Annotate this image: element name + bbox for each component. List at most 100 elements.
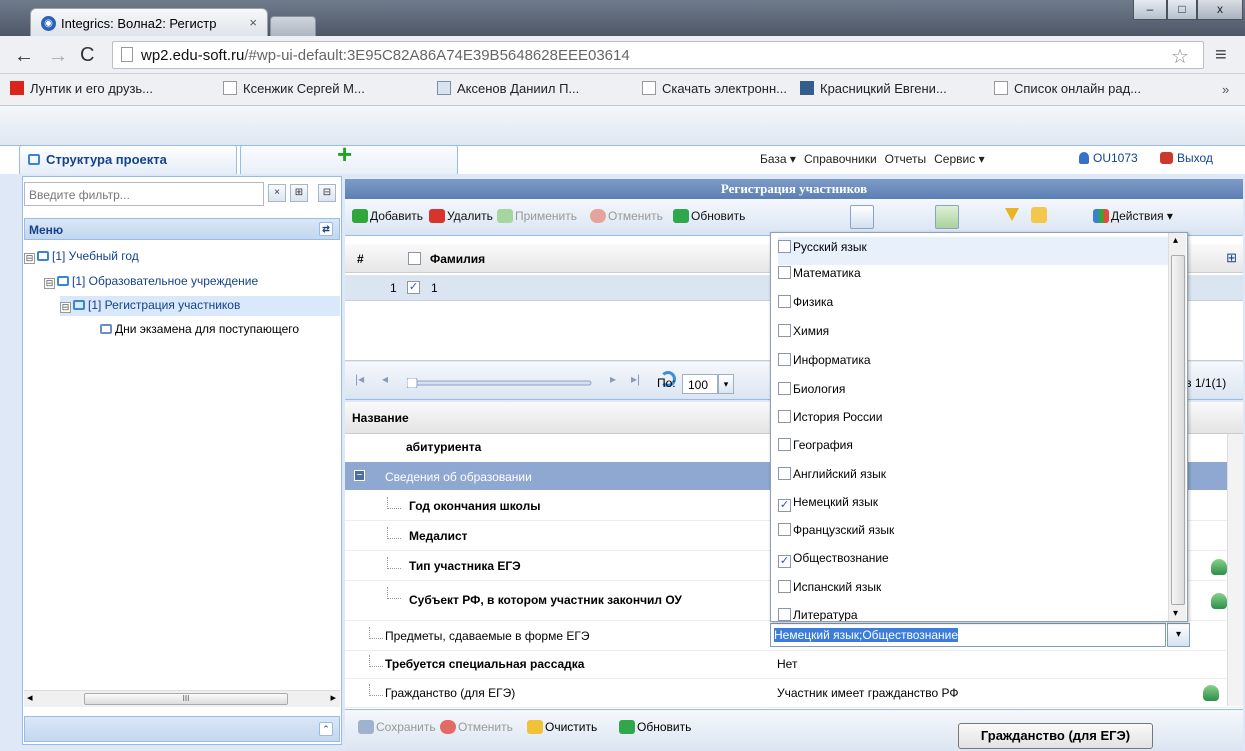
list-item[interactable]: Информатика bbox=[778, 353, 1168, 381]
menu-base[interactable]: База ▾ bbox=[760, 152, 796, 166]
star-icon[interactable]: ☆ bbox=[1171, 44, 1189, 69]
lookup-icon[interactable] bbox=[1211, 593, 1227, 609]
menu-reference[interactable]: Справочники bbox=[804, 152, 877, 166]
lookup-icon[interactable] bbox=[1203, 685, 1219, 701]
actions-button[interactable]: Действия ▾ bbox=[1093, 209, 1173, 223]
subjects-combo-input[interactable]: Немецкий язык;Обществознание bbox=[770, 623, 1166, 647]
scroll-up-icon[interactable]: ▴ bbox=[1173, 235, 1178, 246]
bookmark-2[interactable]: Ксенжик Сергей М... bbox=[223, 81, 365, 96]
cancel-button[interactable]: Отменить bbox=[590, 209, 663, 223]
collapse-icon[interactable]: − bbox=[354, 470, 365, 481]
item-checkbox[interactable]: ✓ bbox=[778, 499, 791, 512]
list-item[interactable]: Русский язык bbox=[778, 237, 1174, 265]
add-button[interactable]: Добавить bbox=[352, 209, 423, 223]
user-link[interactable]: OU1073 bbox=[1079, 151, 1138, 165]
item-checkbox[interactable] bbox=[778, 266, 791, 279]
item-checkbox[interactable] bbox=[778, 438, 791, 451]
tree-toggle-icon[interactable]: ⊟ bbox=[44, 278, 55, 289]
list-item[interactable]: Биология bbox=[778, 382, 1168, 410]
refresh-button[interactable]: Обновить bbox=[673, 209, 745, 223]
lookup-icon[interactable] bbox=[1211, 559, 1227, 575]
list-item[interactable]: Английский язык bbox=[778, 467, 1168, 495]
add-record-icon[interactable] bbox=[935, 205, 959, 229]
item-checkbox[interactable] bbox=[778, 324, 791, 337]
tree-node-year[interactable]: ⊟ [1] Учебный год bbox=[24, 249, 139, 264]
item-checkbox[interactable] bbox=[778, 353, 791, 366]
cancel-form-button[interactable]: Отменить bbox=[440, 720, 513, 734]
property-row[interactable]: Требуется специальная рассадка Нет bbox=[345, 649, 1243, 679]
item-checkbox[interactable] bbox=[778, 240, 791, 253]
delete-button[interactable]: Удалить bbox=[429, 209, 493, 223]
properties-vscrollbar[interactable] bbox=[1227, 434, 1243, 706]
tab-project-structure[interactable]: Структура проекта bbox=[19, 145, 237, 174]
hamburger-menu-icon[interactable]: ≡ bbox=[1215, 44, 1227, 67]
clear-filter-button[interactable]: × bbox=[268, 184, 286, 202]
scroll-thumb[interactable] bbox=[1171, 255, 1185, 605]
col-lastname[interactable]: Фамилия bbox=[430, 252, 485, 266]
refresh-menu-icon[interactable]: ⇄ bbox=[319, 222, 333, 236]
new-tab-button[interactable] bbox=[270, 16, 316, 36]
tree-node-school[interactable]: ⊟ [1] Образовательное учреждение bbox=[44, 274, 258, 289]
last-page-icon[interactable]: ▸| bbox=[631, 372, 640, 386]
close-window-button[interactable]: x bbox=[1197, 0, 1243, 20]
first-page-icon[interactable]: |◂ bbox=[355, 372, 364, 386]
menu-reports[interactable]: Отчеты bbox=[885, 152, 926, 166]
dropdown-vscrollbar[interactable]: ▴ ▾ bbox=[1168, 233, 1186, 621]
exit-link[interactable]: Выход bbox=[1160, 151, 1213, 165]
list-item[interactable]: География bbox=[778, 438, 1168, 466]
collapse-all-button[interactable]: ⊟ bbox=[318, 184, 336, 202]
bookmark-1[interactable]: Лунтик и его друзь... bbox=[10, 81, 153, 96]
save-button[interactable]: Сохранить bbox=[358, 720, 436, 734]
list-item[interactable]: История России bbox=[778, 410, 1168, 438]
item-checkbox[interactable] bbox=[778, 523, 791, 536]
columns-icon[interactable]: ⊞ bbox=[1226, 250, 1237, 266]
item-checkbox[interactable] bbox=[778, 608, 791, 621]
tree-toggle-icon[interactable]: ⊟ bbox=[60, 302, 71, 313]
menu-service[interactable]: Сервис ▾ bbox=[934, 152, 984, 166]
list-item[interactable]: Литература bbox=[778, 608, 1168, 621]
property-row[interactable]: Гражданство (для ЕГЭ) Участник имеет граж… bbox=[345, 678, 1243, 708]
clear-button[interactable]: Очистить bbox=[527, 720, 597, 734]
list-item[interactable]: Физика bbox=[778, 295, 1168, 323]
row-checkbox[interactable]: ✓ bbox=[407, 281, 420, 294]
edit-icon[interactable] bbox=[890, 205, 914, 229]
grid-view-button[interactable] bbox=[850, 205, 874, 229]
tree-node-registration[interactable]: ⊟ [1] Регистрация участников bbox=[60, 296, 340, 316]
bookmark-3[interactable]: Аксенов Даниил П... bbox=[437, 81, 579, 96]
filter-input[interactable]: Введите фильтр... bbox=[24, 182, 264, 206]
list-item[interactable]: ✓ Обществознание bbox=[778, 551, 1168, 579]
next-page-icon[interactable]: ▸ bbox=[610, 372, 616, 386]
apply-button[interactable]: Применить bbox=[497, 209, 577, 223]
filter-icon[interactable] bbox=[1005, 208, 1019, 221]
prev-page-icon[interactable]: ◂ bbox=[382, 372, 388, 386]
collapse-up-icon[interactable]: ⌃ bbox=[319, 722, 333, 736]
forward-arrow-icon[interactable]: → bbox=[48, 45, 68, 68]
list-item[interactable]: Математика bbox=[778, 266, 1168, 294]
tree-node-exam-days[interactable]: Дни экзамена для поступающего bbox=[100, 322, 340, 336]
list-item[interactable]: Французский язык bbox=[778, 523, 1168, 551]
minimize-button[interactable]: – bbox=[1133, 0, 1167, 20]
tree-toggle-icon[interactable]: ⊟ bbox=[24, 253, 35, 264]
add-tab-icon[interactable]: + bbox=[337, 139, 352, 169]
list-item[interactable]: ✓ Немецкий язык bbox=[778, 495, 1168, 523]
page-slider[interactable] bbox=[407, 378, 597, 388]
item-checkbox[interactable] bbox=[778, 467, 791, 480]
url-input[interactable]: wp2.edu-soft.ru/#wp-ui-default:3E95C82A8… bbox=[112, 41, 1204, 69]
refresh-form-button[interactable]: Обновить bbox=[619, 720, 691, 734]
per-page-input[interactable]: 100 bbox=[682, 374, 718, 394]
print-icon[interactable] bbox=[970, 205, 994, 229]
item-checkbox[interactable] bbox=[778, 580, 791, 593]
item-checkbox[interactable] bbox=[778, 410, 791, 423]
list-item[interactable]: Испанский язык bbox=[778, 580, 1168, 608]
bookmarks-more-icon[interactable]: » bbox=[1222, 82, 1229, 97]
reload-icon[interactable]: C bbox=[80, 44, 94, 67]
subjects-combo-arrow-icon[interactable]: ▾ bbox=[1167, 623, 1190, 647]
list-item[interactable]: Химия bbox=[778, 324, 1168, 352]
left-hscrollbar[interactable]: ◂ III ▸ bbox=[24, 690, 340, 707]
expand-all-button[interactable]: ⊞ bbox=[290, 184, 308, 202]
bookmark-5[interactable]: Красницкий Евгени... bbox=[800, 81, 947, 96]
scroll-down-icon[interactable]: ▾ bbox=[1173, 608, 1178, 619]
item-checkbox[interactable]: ✓ bbox=[778, 555, 791, 568]
export-icon[interactable] bbox=[1031, 207, 1047, 223]
bookmark-4[interactable]: Скачать электронн... bbox=[642, 81, 787, 96]
